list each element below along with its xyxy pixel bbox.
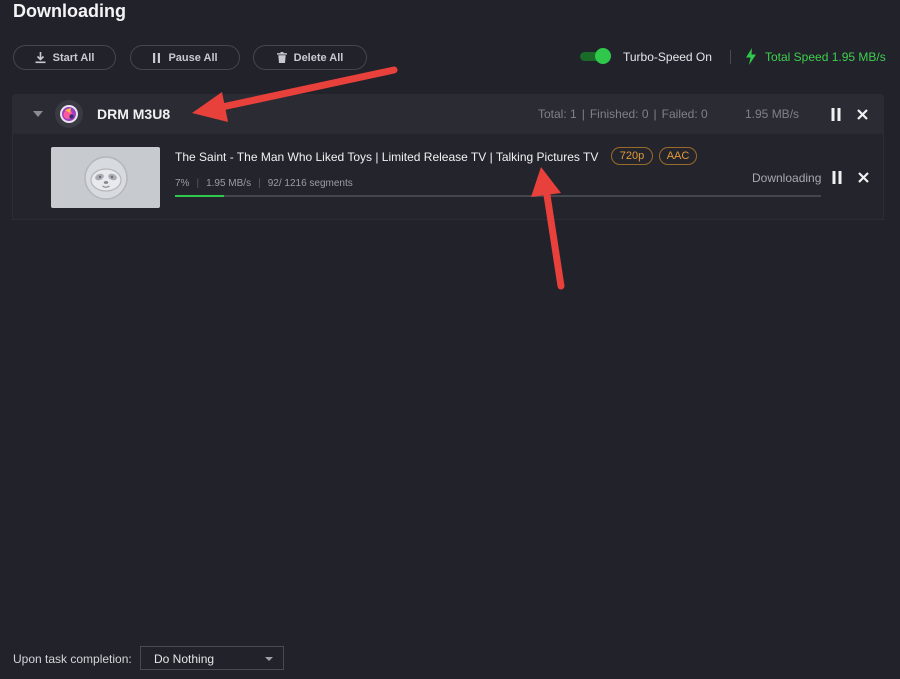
segment-count: 92/ 1216 segments <box>267 178 353 189</box>
group-logo <box>55 100 83 128</box>
task-completion-label: Upon task completion: <box>13 652 132 666</box>
close-icon <box>857 171 869 183</box>
download-group-header: DRM M3U8 Total: 1 | Finished: 0 | Failed… <box>12 94 884 134</box>
total-speed-text: Total Speed 1.95 MB/s <box>765 49 886 64</box>
download-item: The Saint - The Man Who Liked Toys | Lim… <box>12 134 884 220</box>
group-close-button[interactable] <box>855 107 869 121</box>
item-speed: 1.95 MB/s <box>206 178 252 189</box>
turbo-speed-label: Turbo-Speed On <box>623 49 712 64</box>
progress-bar-fill <box>175 195 225 197</box>
divider <box>730 50 731 64</box>
group-speed: 1.95 MB/s <box>745 107 800 121</box>
resolution-badge: 720p <box>611 147 653 165</box>
chevron-down-icon <box>265 657 273 661</box>
delete-all-label: Delete All <box>293 51 344 64</box>
pause-all-button[interactable]: Pause All <box>130 45 240 70</box>
total-speed: Total Speed 1.95 MB/s <box>745 48 886 65</box>
collapse-caret-icon[interactable] <box>33 111 43 117</box>
group-total: Total: 1 <box>538 107 577 121</box>
group-pause-button[interactable] <box>830 106 842 122</box>
group-finished: Finished: 0 <box>589 107 649 121</box>
start-all-label: Start All <box>52 51 95 64</box>
page-title: Downloading <box>13 1 126 21</box>
task-completion-select[interactable]: Do Nothing <box>140 646 284 670</box>
delete-all-button[interactable]: Delete All <box>253 45 367 70</box>
lightning-icon <box>746 48 756 65</box>
stat-separator: | <box>196 178 200 189</box>
trash-icon <box>276 52 287 63</box>
video-title: The Saint - The Man Who Liked Toys | Lim… <box>175 150 599 164</box>
item-pause-button[interactable] <box>831 169 843 185</box>
audio-codec-badge: AAC <box>659 147 697 165</box>
stat-separator: | <box>581 107 585 121</box>
drm-logo-icon <box>60 105 78 123</box>
pause-icon <box>831 107 841 121</box>
download-icon <box>35 51 46 63</box>
pause-icon <box>832 170 842 184</box>
group-failed: Failed: 0 <box>661 107 708 121</box>
pause-all-label: Pause All <box>168 51 218 64</box>
item-status: Downloading <box>752 171 822 185</box>
progress-percent: 7% <box>175 178 190 189</box>
turbo-speed-toggle[interactable] <box>580 48 611 65</box>
item-stats: 7% | 1.95 MB/s | 92/ 1216 segments <box>175 178 353 189</box>
video-thumbnail <box>51 147 160 208</box>
stat-separator: | <box>653 107 657 121</box>
placeholder-sloth-icon <box>83 155 128 200</box>
start-all-button[interactable]: Start All <box>13 45 116 70</box>
group-name: DRM M3U8 <box>97 106 171 122</box>
task-completion-value: Do Nothing <box>154 652 215 666</box>
progress-bar <box>175 195 821 197</box>
close-icon <box>856 108 868 120</box>
group-stats: Total: 1 | Finished: 0 | Failed: 0 <box>538 107 708 121</box>
stat-separator: | <box>258 178 261 189</box>
item-close-button[interactable] <box>856 170 870 184</box>
pause-icon <box>153 52 161 63</box>
